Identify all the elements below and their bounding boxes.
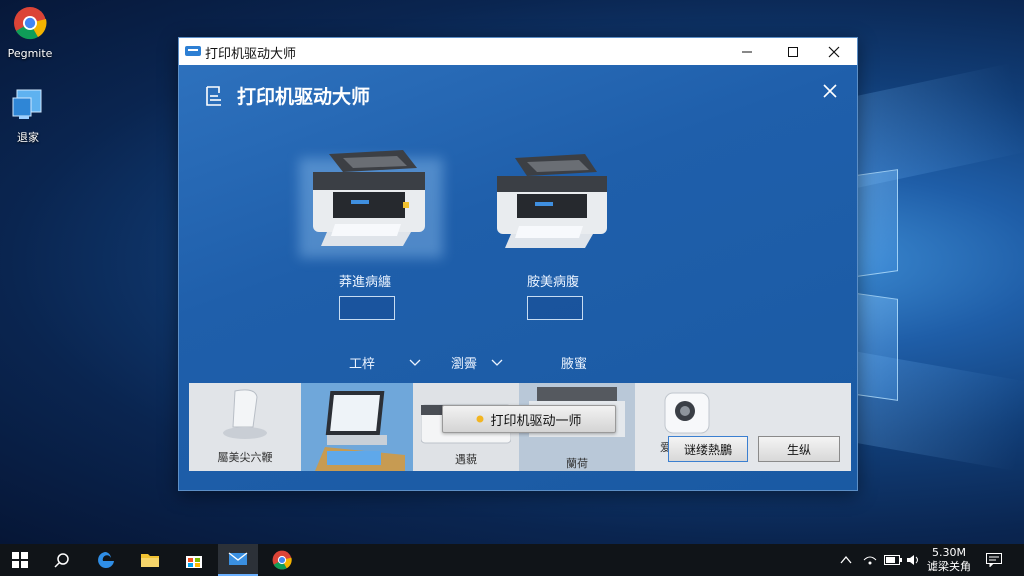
chrome-icon [272,550,292,570]
taskbar-chrome[interactable] [262,544,302,576]
tile-label: 遇藐 [455,453,477,466]
printer-outline-icon [206,85,221,106]
tile-label: 蘭荷 [566,457,588,470]
app-window: 打印机驱动大师 打印机驱动大师 莽進病纏 胺美病腹 工梓 瀏霽 腋蜜 屬美尖六鞭… [178,37,858,491]
app-title: 打印机驱动大师 [237,86,371,108]
dropdown[interactable]: 工梓 [349,353,421,372]
printer-select-box[interactable] [527,296,583,320]
secondary-action-button[interactable]: 生纵 [758,436,840,462]
printer-select-box[interactable] [339,296,395,320]
minimize-button[interactable] [724,38,770,65]
clock-date: 谑梁关角 [927,560,971,573]
clock[interactable]: 5.30M 谑梁关角 [926,546,972,574]
paper-stand-icon [223,389,267,439]
close-button[interactable] [811,38,857,65]
clock-time: 5.30M [932,546,966,559]
printer-image[interactable] [493,150,611,254]
chevron-down-icon [491,359,503,366]
taskbar-store[interactable] [174,544,214,576]
minimize-icon [742,51,752,52]
taskbar-explorer[interactable] [130,544,170,576]
start-button[interactable] [0,544,40,576]
taskbar-edge[interactable] [86,544,126,576]
network-icon[interactable] [862,554,878,566]
printer-image[interactable] [307,146,431,254]
driver-popup-button[interactable]: 打印机驱动一师 [442,405,616,433]
desktop-icon-label: 退家 [17,131,39,144]
desktop-icon-label: Pegmite [7,47,53,60]
window-titlebar[interactable]: 打印机驱动大师 [179,38,857,65]
desktop-icon-chrome[interactable]: Pegmite [0,6,60,60]
warning-dot-icon [476,415,484,423]
laptop-icon [315,391,405,471]
close-icon [823,84,837,98]
maximize-icon [788,46,798,57]
app-logo-icon [185,46,201,56]
taskbar-active-app[interactable] [218,544,258,576]
maximize-button[interactable] [770,38,816,65]
printer-label: 莽進病纏 [339,275,392,290]
chrome-icon [14,7,47,40]
taskbar: 5.30M 谑梁关角 [0,544,1024,576]
desktop-icon-computer[interactable]: 退家 [0,88,58,145]
tile-label: 屬美尖六鞭 [217,451,273,464]
notification-icon[interactable] [986,553,1002,567]
window-title: 打印机驱动大师 [205,47,297,62]
primary-action-button[interactable]: 谜缕熱鵬 [668,436,748,462]
strip-tile[interactable]: 屬美尖六鞭 [189,383,301,471]
static-label: 腋蜜 [561,357,588,372]
edge-icon [98,552,114,568]
computer-icon [12,89,42,119]
search-icon [54,553,69,568]
store-icon [186,556,202,568]
strip-tile[interactable] [301,383,413,471]
app-close-button[interactable] [821,82,839,100]
start-icon [12,552,28,568]
scanner-icon [664,392,710,434]
taskbar-search[interactable] [42,544,82,576]
close-icon [828,46,840,57]
mail-icon [228,552,248,565]
chevron-up-icon[interactable] [840,555,852,565]
app-header: 打印机驱动大师 [201,82,370,109]
printer-label: 胺美病腹 [527,275,580,290]
dropdown[interactable]: 瀏霽 [451,353,503,372]
chevron-down-icon [409,359,421,366]
folder-icon [141,554,159,567]
dropdown-label: 工梓 [349,357,376,372]
volume-icon[interactable] [906,554,922,566]
popup-button-label: 打印机驱动一师 [490,413,582,429]
battery-icon[interactable] [884,555,902,565]
dropdown-label: 瀏霽 [451,357,478,372]
